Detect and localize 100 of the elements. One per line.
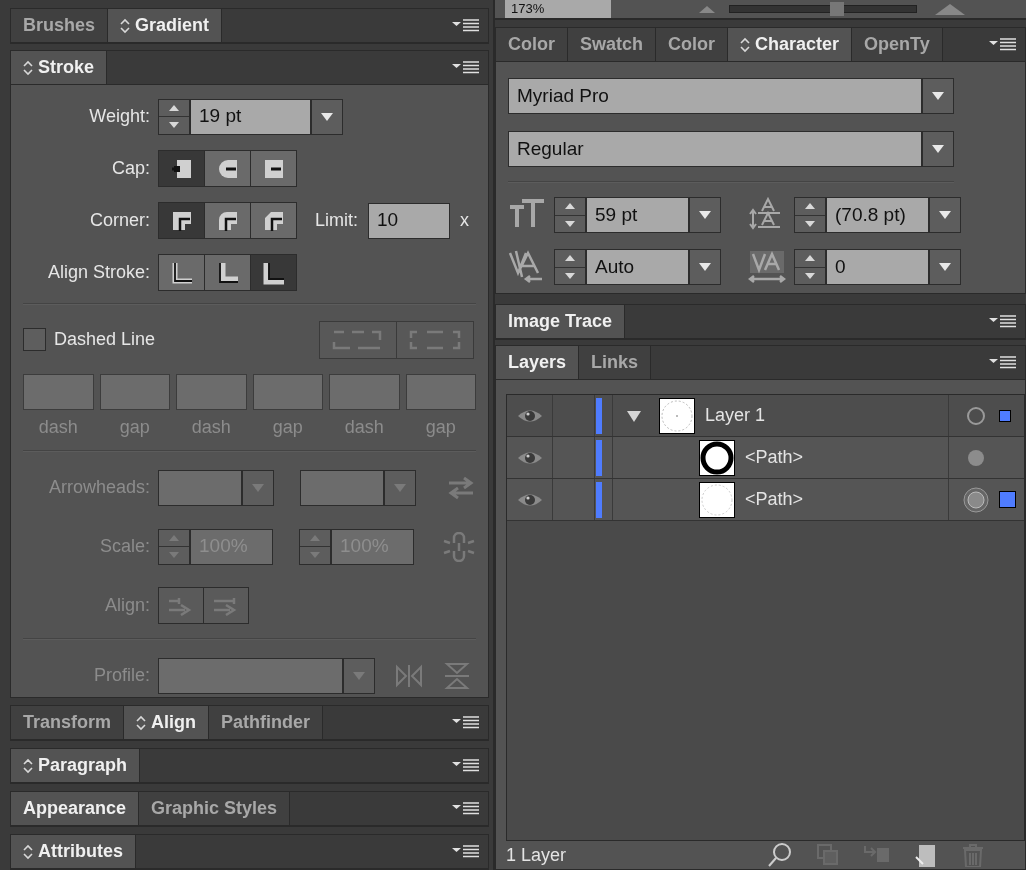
profile-field[interactable] — [159, 658, 342, 693]
panel-tab[interactable]: Graphic Styles — [139, 792, 291, 825]
caret-icon — [698, 262, 712, 272]
panel-tab[interactable]: Stroke — [11, 51, 108, 84]
target-double-circle-icon[interactable] — [963, 486, 989, 513]
panel-menu-icon[interactable] — [452, 715, 480, 730]
layer-name[interactable]: <Path> — [745, 444, 804, 471]
panel-menu-icon[interactable] — [989, 37, 1017, 52]
dash-field[interactable] — [405, 374, 476, 410]
dash-field[interactable] — [329, 374, 400, 410]
dash-field-label: dash — [191, 416, 231, 439]
stroke-option-button[interactable] — [159, 151, 204, 186]
panel-tab[interactable]: Character — [728, 28, 853, 61]
layer-thumbnail — [659, 397, 695, 434]
dashed-line-checkbox[interactable] — [23, 328, 46, 351]
dropdown-button[interactable] — [930, 198, 960, 232]
weight-field[interactable]: 19 pt — [191, 99, 310, 134]
stroke-option-button[interactable] — [205, 255, 250, 290]
panel-tab[interactable]: Links — [579, 346, 652, 379]
panel-menu-icon[interactable] — [452, 801, 480, 816]
tracking-field[interactable]: 0 — [827, 250, 928, 284]
field-label: Corner: — [89, 209, 150, 232]
kerning-field[interactable]: Auto — [587, 250, 688, 284]
start-arrowhead-field[interactable] — [159, 470, 241, 505]
caret-icon — [251, 482, 265, 493]
panel-tab[interactable]: Layers — [496, 346, 580, 379]
caret-icon — [931, 144, 945, 154]
field-label: Weight: — [89, 105, 150, 128]
limit-field[interactable]: 10 — [369, 203, 449, 238]
up-arrow-icon — [564, 254, 576, 263]
panel-tab[interactable]: Align — [124, 706, 210, 739]
unit-label: x — [460, 209, 469, 232]
panel-tab[interactable]: Paragraph — [11, 749, 141, 782]
font-family-field[interactable]: Myriad Pro — [509, 79, 921, 113]
panel-menu-icon[interactable] — [452, 844, 480, 859]
panel-tab[interactable]: Color — [496, 28, 568, 61]
up-arrow-icon — [168, 103, 180, 112]
up-arrow-icon — [804, 202, 816, 211]
search-icon[interactable] — [767, 842, 793, 868]
panel-menu-icon[interactable] — [989, 355, 1017, 370]
panel-tab[interactable]: OpenTy — [852, 28, 943, 61]
panel-menu-icon[interactable] — [452, 18, 480, 33]
caret-icon — [938, 262, 952, 272]
panel-tab[interactable]: Image Trace — [496, 305, 626, 338]
up-arrow-icon — [168, 533, 180, 542]
leading-field[interactable]: (70.8 pt) — [827, 198, 928, 232]
stroke-option-button[interactable] — [251, 255, 296, 290]
panel-tab[interactable]: Brushes — [11, 9, 109, 42]
zoom-in-icon[interactable] — [933, 2, 967, 16]
zoom-slider[interactable] — [729, 1, 917, 17]
stroke-option-button[interactable] — [251, 203, 296, 238]
layer-count: 1 Layer — [506, 843, 567, 867]
down-arrow-icon — [564, 219, 576, 228]
stroke-option-button[interactable] — [205, 203, 250, 238]
down-arrow-icon — [309, 551, 321, 560]
layer-color-bar — [596, 397, 602, 434]
font-style-field[interactable]: Regular — [509, 132, 921, 166]
panel-tab[interactable]: Appearance — [11, 792, 140, 825]
ring-thumbnail — [699, 439, 735, 476]
end-arrowhead-field[interactable] — [301, 470, 383, 505]
panel-tab[interactable]: Gradient — [108, 9, 223, 42]
dash-field[interactable] — [176, 374, 247, 410]
layer-name[interactable]: Layer 1 — [705, 402, 766, 429]
panel-menu-icon[interactable] — [452, 758, 480, 773]
stroke-option-button[interactable] — [159, 203, 204, 238]
panel-tab[interactable]: Pathfinder — [209, 706, 324, 739]
field-label: Profile: — [93, 664, 150, 687]
zoom-slider-thumb[interactable] — [829, 2, 844, 16]
caret-icon — [352, 670, 366, 681]
panel-tab[interactable]: Attributes — [11, 835, 136, 868]
panel-menu-icon[interactable] — [989, 314, 1017, 329]
dash-field-label: gap — [119, 416, 150, 439]
dash-field[interactable] — [23, 374, 94, 410]
dash-field-label: gap — [272, 416, 303, 439]
dropdown-button[interactable] — [930, 250, 960, 284]
field-label: Align: — [104, 594, 150, 617]
stroke-option-button[interactable] — [159, 255, 204, 290]
zoom-out-icon[interactable] — [697, 4, 717, 14]
up-arrow-icon — [564, 202, 576, 211]
layer-color-bar — [596, 439, 602, 476]
selection-square[interactable] — [999, 409, 1011, 422]
dropdown-button[interactable] — [923, 132, 953, 166]
dropdown-button[interactable] — [690, 198, 720, 232]
panel-menu-icon[interactable] — [452, 60, 480, 75]
selection-square[interactable] — [999, 491, 1016, 508]
field-label: Align Stroke: — [47, 261, 150, 284]
size-field[interactable]: 59 pt — [587, 198, 688, 232]
panel-tab[interactable]: Color — [656, 28, 729, 61]
zoom-field[interactable]: 173% — [505, 0, 611, 18]
new-layer-icon[interactable] — [915, 843, 937, 867]
dash-alignment-button[interactable] — [397, 321, 473, 358]
dropdown-button[interactable] — [923, 79, 953, 113]
panel-tab[interactable]: Swatch — [568, 28, 657, 61]
panel-tab[interactable]: Transform — [11, 706, 125, 739]
layer-name[interactable]: <Path> — [745, 486, 804, 513]
dash-alignment-button[interactable] — [320, 321, 396, 358]
dropdown-button[interactable] — [690, 250, 720, 284]
dash-field[interactable] — [99, 374, 170, 410]
dash-field[interactable] — [252, 374, 323, 410]
dropdown-button[interactable] — [312, 99, 342, 134]
